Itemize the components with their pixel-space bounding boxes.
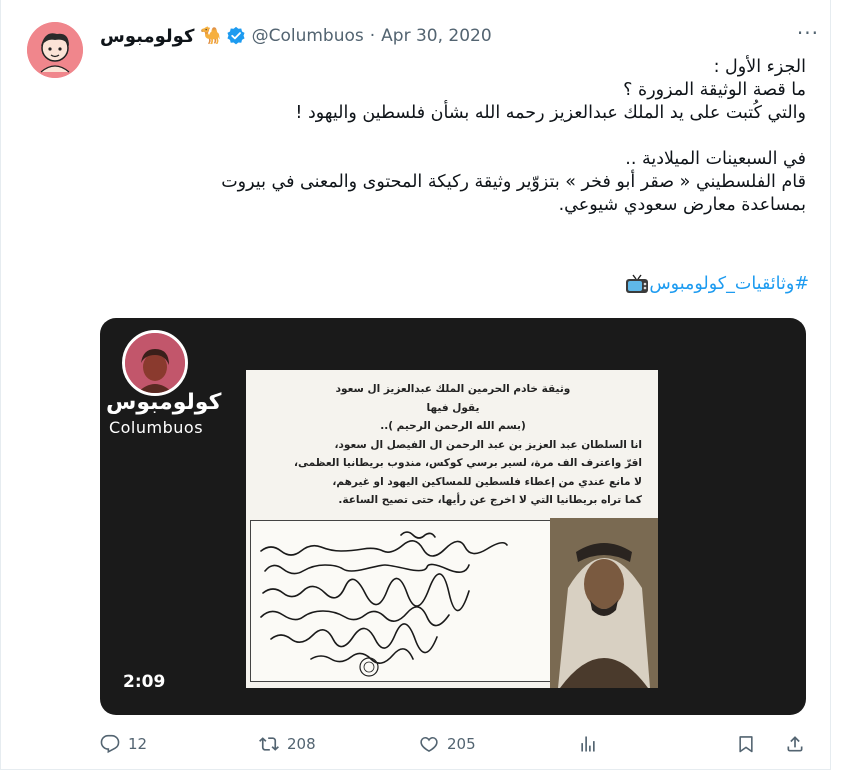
tweet-line-blank — [100, 125, 806, 148]
retweet-icon — [259, 737, 279, 751]
tweet-line: ما قصة الوثيقة المزورة ؟ — [623, 80, 806, 100]
document-line: يقول فيها — [426, 401, 480, 414]
tweet-line: بمساعدة معارض سعودي شيوعي. — [558, 195, 806, 215]
document-line: (بسم الله الرحمن الرحيم ).. — [380, 420, 526, 432]
channel-logo — [122, 330, 188, 396]
bar-chart-icon — [581, 736, 595, 752]
verified-badge-icon[interactable] — [226, 26, 246, 46]
view-stats-button[interactable] — [578, 734, 598, 754]
document-line: كما تراه بريطانيا التي لا اخرج عن رأيها،… — [338, 494, 642, 506]
share-icon — [787, 736, 803, 752]
bookmark-icon — [739, 736, 753, 753]
television-icon — [625, 274, 649, 294]
retweet-count: 208 — [287, 735, 316, 753]
typed-document-text: وثيقة خادم الحرمين الملك عبدالعزيز ال سع… — [254, 380, 652, 510]
more-options-icon[interactable]: ··· — [797, 21, 819, 45]
handwritten-document — [250, 520, 552, 682]
bookmark-button[interactable] — [736, 734, 756, 754]
hashtag-text[interactable]: #وثائقيات_كولومبوس — [649, 274, 809, 294]
tweet-header: كولومبوس 🐪 @Columbuos · Apr 30, 2020 — [100, 24, 492, 48]
reply-icon — [100, 734, 120, 754]
video-duration: 2:09 — [123, 672, 166, 692]
tweet-actions-bar: 12 208 205 — [100, 734, 808, 760]
tweet-date[interactable]: Apr 30, 2020 — [381, 26, 492, 46]
share-button[interactable] — [785, 734, 805, 754]
author-avatar[interactable] — [27, 22, 83, 78]
tweet-text: الجزء الأول : ما قصة الوثيقة المزورة ؟ و… — [100, 56, 806, 217]
document-line: اقرّ واعترف الف مرة، لسير برسي كوكس، مند… — [293, 457, 642, 469]
like-button[interactable]: 205 — [419, 734, 476, 754]
tweet-line: الجزء الأول : — [713, 57, 806, 77]
document-line: وثيقة خادم الحرمين الملك عبدالعزيز ال سع… — [335, 383, 571, 395]
hashtag-link[interactable]: #وثائقيات_كولومبوس — [620, 274, 809, 294]
like-count: 205 — [447, 735, 476, 753]
camel-emoji: 🐪 — [200, 26, 222, 46]
video-player[interactable]: كولومبوس Columbuos وثيقة خادم الحرمين ال… — [100, 318, 806, 715]
avatar-image — [27, 22, 83, 78]
tweet-line: في السبعينات الميلادية .. — [625, 149, 806, 169]
heart-icon — [420, 736, 438, 752]
author-handle[interactable]: @Columbuos — [252, 26, 364, 46]
separator-dot: · — [369, 26, 376, 46]
author-name[interactable]: كولومبوس — [100, 26, 194, 47]
king-portrait-photo — [550, 518, 658, 688]
reply-count: 12 — [128, 735, 148, 753]
channel-name-english: Columbuos — [108, 418, 204, 437]
channel-name-arabic: كولومبوس — [106, 390, 222, 415]
tweet-line: قام الفلسطيني « صقر أبو فخر » بتزوّير وث… — [221, 172, 806, 192]
document-line: انا السلطان عبد العزيز بن عبد الرحمن ال … — [334, 438, 642, 451]
reply-button[interactable]: 12 — [100, 734, 147, 754]
retweet-button[interactable]: 208 — [259, 734, 316, 754]
tweet-line: والتي كُتبت على يد الملك عبدالعزيز رحمه … — [295, 103, 806, 123]
document-image: وثيقة خادم الحرمين الملك عبدالعزيز ال سع… — [246, 370, 658, 688]
document-line: لا مانع عندي من إعطاء فلسطين للمساكين ال… — [332, 475, 642, 488]
